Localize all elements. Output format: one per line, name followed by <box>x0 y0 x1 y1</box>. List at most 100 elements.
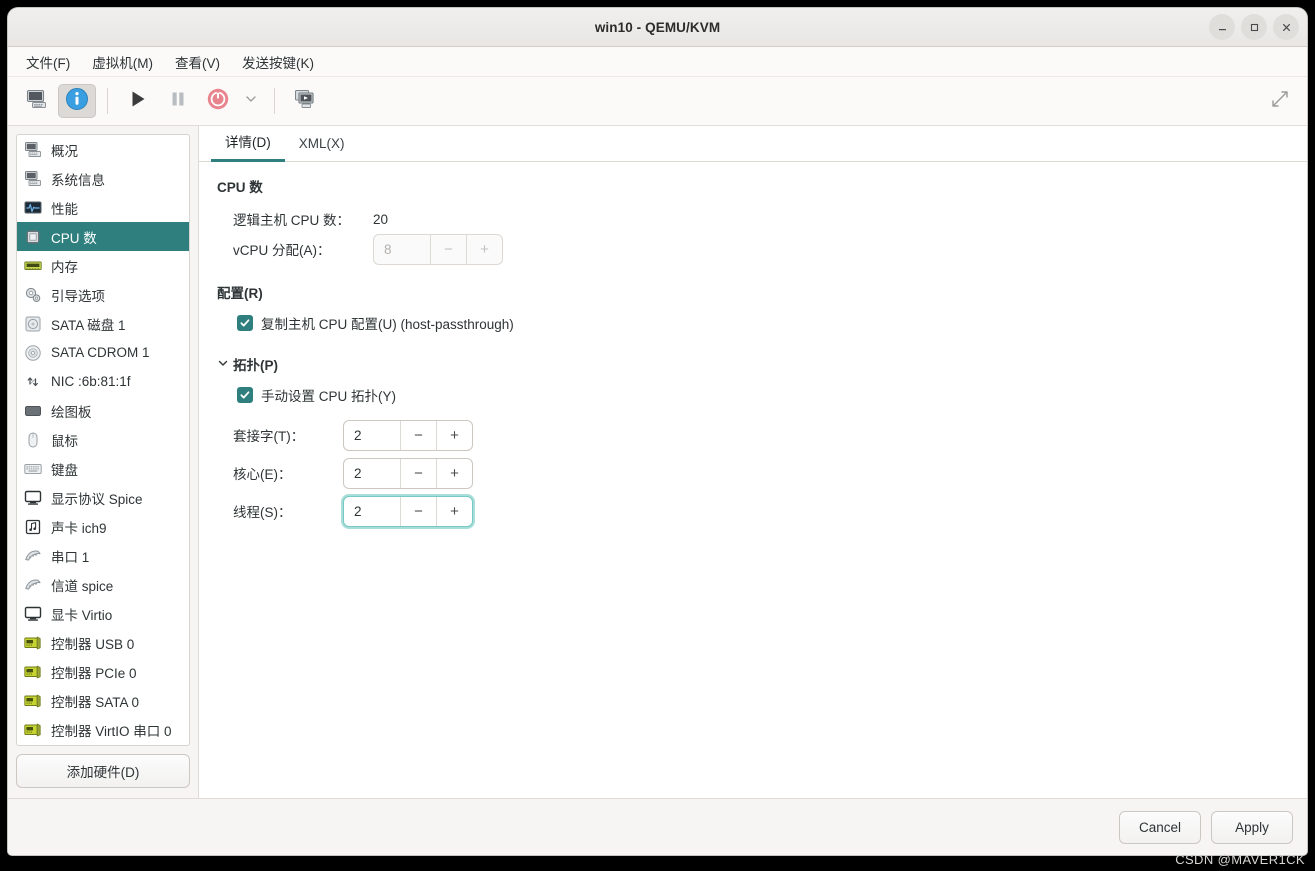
tab-details[interactable]: 详情(D) <box>211 125 285 162</box>
threads-decrement[interactable]: − <box>400 496 436 526</box>
sidebar-item-label: 串口 1 <box>51 549 90 565</box>
sockets-value[interactable]: 2 <box>344 421 400 450</box>
sidebar-item[interactable]: 控制器 SATA 0 <box>17 686 189 715</box>
tab-bar: 详情(D) XML(X) <box>199 126 1307 162</box>
sidebar-item[interactable]: 鼠标 <box>17 425 189 454</box>
minimize-button[interactable] <box>1209 14 1235 40</box>
vcpu-allocation-decrement[interactable]: − <box>430 234 466 264</box>
hardware-list[interactable]: 概况系统信息性能 CPU 数内存引导选项 SATA 磁盘 1 SATA CDROM 1… <box>16 134 190 746</box>
cores-decrement[interactable]: − <box>400 458 436 488</box>
sidebar-item[interactable]: 串口 1 <box>17 541 189 570</box>
threads-label: 线程(S)： <box>233 505 292 520</box>
sidebar-item[interactable]: SATA 磁盘 1 <box>17 309 189 338</box>
sidebar-item[interactable]: USB 转发器 1 <box>17 744 189 745</box>
sidebar-item[interactable]: 概况 <box>17 135 189 164</box>
video-icon <box>23 604 43 624</box>
overview-icon <box>23 140 43 160</box>
copy-host-cpu-row[interactable]: 复制主机 CPU 配置(U) (host-passthrough) <box>237 310 1289 336</box>
show-console-button[interactable] <box>18 84 56 118</box>
sidebar-item[interactable]: 控制器 USB 0 <box>17 628 189 657</box>
maximize-button[interactable] <box>1241 14 1267 40</box>
cores-stepper[interactable]: 2− + <box>343 457 473 489</box>
sidebar-item-label: SATA 磁盘 1 <box>51 317 126 333</box>
sockets-stepper[interactable]: 2− + <box>343 419 473 451</box>
sidebar-item[interactable]: 显示协议 Spice <box>17 483 189 512</box>
play-icon <box>128 89 148 114</box>
virt-manager-window: win10 - QEMU/KVM 文件(F) 虚拟机(M) 查看(V) 发送按键… <box>8 8 1307 855</box>
fullscreen-button[interactable] <box>1263 84 1297 118</box>
tab-xml[interactable]: XML(X) <box>285 130 359 162</box>
boot-options-icon <box>23 285 43 305</box>
menu-file[interactable]: 文件(F) <box>18 49 78 75</box>
controller-icon <box>23 691 43 711</box>
vcpu-allocation-stepper[interactable]: 8 − + <box>373 233 503 265</box>
sockets-decrement[interactable]: − <box>400 420 436 450</box>
details-panel: 详情(D) XML(X) CPU 数 逻辑主机 CPU 数： 20 vCPU 分… <box>198 126 1307 798</box>
sidebar-item-label: 控制器 PCIe 0 <box>51 665 137 681</box>
section-title-topology[interactable]: 拓扑(P) <box>217 354 1289 374</box>
menu-view[interactable]: 查看(V) <box>167 49 228 75</box>
sidebar-item[interactable]: 绘图板 <box>17 396 189 425</box>
sidebar-item-label: SATA CDROM 1 <box>51 345 150 360</box>
content-area: 概况系统信息性能 CPU 数内存引导选项 SATA 磁盘 1 SATA CDROM 1… <box>8 126 1307 798</box>
sidebar-item-label: CPU 数 <box>51 230 97 246</box>
vcpu-allocation-value[interactable]: 8 <box>374 235 430 264</box>
cores-value[interactable]: 2 <box>344 459 400 488</box>
sidebar-item-label: 控制器 SATA 0 <box>51 694 140 710</box>
mouse-icon <box>23 430 43 450</box>
sidebar-item[interactable]: SATA CDROM 1 <box>17 338 189 367</box>
cdrom-icon <box>23 343 43 363</box>
menu-virtual-machine[interactable]: 虚拟机(M) <box>84 49 161 75</box>
snapshots-icon <box>293 88 317 115</box>
threads-value[interactable]: 2 <box>344 497 400 526</box>
sidebar-item-label: 绘图板 <box>51 404 92 420</box>
copy-host-cpu-checkbox[interactable] <box>237 315 253 331</box>
cores-increment[interactable]: + <box>436 458 472 488</box>
close-button[interactable] <box>1273 14 1299 40</box>
sidebar-item[interactable]: 系统信息 <box>17 164 189 193</box>
sidebar-item[interactable]: 显卡 Virtio <box>17 599 189 628</box>
vcpu-allocation-increment[interactable]: + <box>466 234 502 264</box>
threads-stepper[interactable]: 2− + <box>343 495 473 527</box>
manual-topology-checkbox[interactable] <box>237 387 253 403</box>
sidebar-item[interactable]: CPU 数 <box>17 222 189 251</box>
monitor-icon <box>26 89 48 114</box>
sidebar-item[interactable]: 声卡 ich9 <box>17 512 189 541</box>
snapshots-button[interactable] <box>286 84 324 118</box>
disk-icon <box>23 314 43 334</box>
shutdown-button[interactable] <box>199 84 237 118</box>
threads-increment[interactable]: + <box>436 496 472 526</box>
sidebar-item[interactable]: 信道 spice <box>17 570 189 599</box>
toolbar-separator-2 <box>274 88 275 114</box>
sidebar-item[interactable]: NIC :6b:81:1f <box>17 367 189 396</box>
memory-icon <box>23 256 43 276</box>
apply-button[interactable]: Apply <box>1211 810 1293 844</box>
run-button[interactable] <box>119 84 157 118</box>
sidebar-item[interactable]: 控制器 VirtIO 串口 0 <box>17 715 189 744</box>
shutdown-menu-button[interactable] <box>239 84 263 118</box>
controller-icon <box>23 662 43 682</box>
sidebar-item[interactable]: 控制器 PCIe 0 <box>17 657 189 686</box>
sidebar-item-label: NIC :6b:81:1f <box>51 374 131 389</box>
sidebar-item-label: 引导选项 <box>51 288 105 304</box>
title-bar: win10 - QEMU/KVM <box>8 8 1307 47</box>
cancel-button[interactable]: Cancel <box>1119 810 1201 844</box>
manual-topology-row[interactable]: 手动设置 CPU 拓扑(Y) <box>237 382 1289 408</box>
sidebar-item-label: 系统信息 <box>51 172 105 188</box>
show-details-button[interactable] <box>58 84 96 118</box>
sidebar-item[interactable]: 键盘 <box>17 454 189 483</box>
sidebar-item[interactable]: 引导选项 <box>17 280 189 309</box>
sidebar-item-label: 控制器 USB 0 <box>51 636 135 652</box>
toolbar-separator-1 <box>107 88 108 114</box>
pause-button[interactable] <box>159 84 197 118</box>
sidebar-item[interactable]: 内存 <box>17 251 189 280</box>
sockets-increment[interactable]: + <box>436 420 472 450</box>
menu-send-key[interactable]: 发送按键(K) <box>234 49 322 75</box>
sidebar-item[interactable]: 性能 <box>17 193 189 222</box>
sidebar-item-label: 性能 <box>51 201 78 217</box>
expander-chevron-icon[interactable] <box>217 357 229 372</box>
manual-topology-label: 手动设置 CPU 拓扑(Y) <box>261 389 396 404</box>
cpu-settings-panel: CPU 数 逻辑主机 CPU 数： 20 vCPU 分配(A)： 8 − + 配… <box>199 162 1307 798</box>
add-hardware-button[interactable]: 添加硬件(D) <box>16 754 190 788</box>
hardware-sidebar: 概况系统信息性能 CPU 数内存引导选项 SATA 磁盘 1 SATA CDROM 1… <box>8 126 198 798</box>
